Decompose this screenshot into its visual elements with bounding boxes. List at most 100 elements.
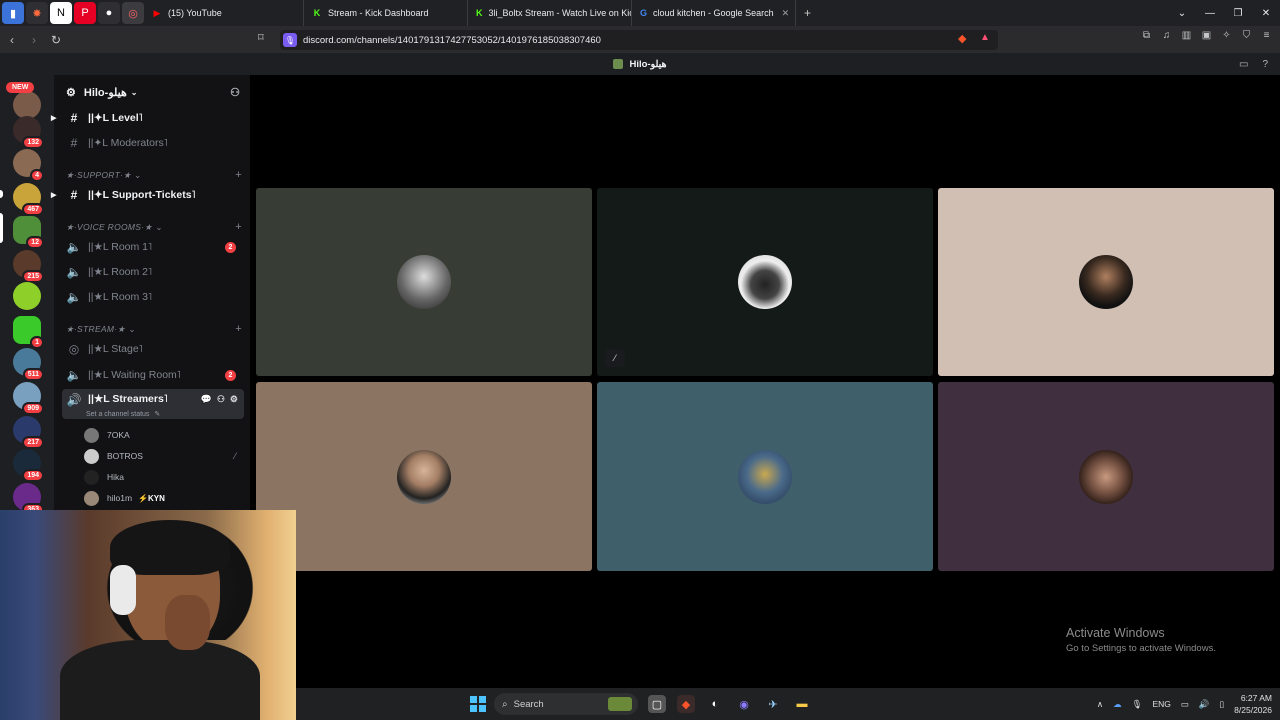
- record-tab-icon[interactable]: ◎: [122, 2, 144, 24]
- brave-rewards-icon[interactable]: ▲: [980, 32, 990, 43]
- participant-tile[interactable]: [938, 382, 1274, 571]
- vpn-icon[interactable]: ⛉: [1239, 30, 1254, 45]
- participant-tile[interactable]: ⁄: [597, 188, 933, 376]
- minimize-icon[interactable]: —: [1196, 8, 1224, 19]
- brave-shield-icon[interactable]: ◆: [958, 32, 966, 45]
- channel-support-tickets[interactable]: ▶ # ||✦L Support-Tickets˥: [51, 184, 244, 206]
- unread-badge: 4: [30, 169, 44, 182]
- channel-waiting-room[interactable]: 🔈 ||★L Waiting Room˥ 2: [62, 364, 244, 386]
- channel-room-2[interactable]: 🔈 ||★L Room 2˥: [62, 261, 244, 283]
- tab-youtube[interactable]: ▶ (15) YouTube: [144, 0, 304, 26]
- create-channel-icon[interactable]: +: [235, 169, 242, 181]
- bookmark-icon[interactable]: ⌑: [258, 31, 264, 44]
- participant-tile[interactable]: [256, 188, 592, 376]
- discord-app-icon[interactable]: ◐: [706, 695, 724, 713]
- tab-search-icon[interactable]: ⌄: [1168, 8, 1196, 19]
- server-icon[interactable]: [13, 282, 41, 310]
- onedrive-icon[interactable]: ☁: [1113, 699, 1122, 710]
- channel-level[interactable]: ▶ # ||✦L Level˥: [51, 107, 244, 129]
- battery-icon[interactable]: ▯: [1219, 699, 1224, 710]
- server-icon[interactable]: 194: [13, 449, 44, 482]
- start-button[interactable]: [470, 696, 486, 712]
- channel-status[interactable]: Set a channel status ✎: [86, 410, 160, 418]
- tab-google[interactable]: G cloud kitchen - Google Search ✕: [632, 0, 796, 26]
- channel-stage[interactable]: ◎ ||★L Stage˥: [62, 338, 244, 360]
- server-icon[interactable]: 217: [13, 416, 44, 449]
- server-icon[interactable]: 12: [13, 216, 44, 249]
- channel-room-3[interactable]: 🔈 ||★L Room 3˥: [62, 286, 244, 308]
- task-view-icon[interactable]: ▢: [648, 695, 666, 713]
- gear-icon[interactable]: ⚙: [230, 394, 238, 405]
- chat-icon[interactable]: 💬: [201, 394, 212, 405]
- sidebar-toggle-icon[interactable]: ▮: [2, 2, 24, 24]
- sidebar-icon[interactable]: ▥: [1179, 30, 1194, 45]
- server-icon[interactable]: 4: [13, 149, 44, 182]
- invite-people-icon[interactable]: ⚇: [230, 86, 240, 99]
- voice-member[interactable]: Hika: [84, 468, 244, 486]
- maximize-icon[interactable]: ❐: [1224, 8, 1252, 19]
- invite-icon[interactable]: ⚇: [217, 394, 225, 405]
- reload-icon[interactable]: ↻: [46, 33, 66, 47]
- category-stream[interactable]: ★·STREAM·★ ⌄ +: [66, 322, 242, 336]
- server-icon[interactable]: 467: [13, 183, 44, 216]
- tab-kick-stream[interactable]: K 3li_Boltx Stream - Watch Live on Kick: [468, 0, 632, 26]
- taskbar-search[interactable]: ⌕ Search: [494, 693, 638, 715]
- pinned-tab-icon[interactable]: ✸: [26, 2, 48, 24]
- pinned-tab-icon-2[interactable]: ●: [98, 2, 120, 24]
- forward-icon[interactable]: ›: [24, 33, 44, 47]
- inbox-icon[interactable]: ▭: [1239, 59, 1248, 70]
- unread-badge: 1: [30, 336, 44, 349]
- media-icon[interactable]: ♫: [1159, 30, 1174, 45]
- tab-kick-dashboard[interactable]: K Stream - Kick Dashboard: [304, 0, 468, 26]
- user-count-badge: 2: [225, 241, 236, 253]
- server-icon[interactable]: 215: [13, 250, 44, 283]
- server-icon[interactable]: 909: [13, 382, 44, 415]
- close-tab-icon[interactable]: ✕: [774, 8, 790, 19]
- back-icon[interactable]: ‹: [2, 33, 22, 47]
- tab-title: Stream - Kick Dashboard: [328, 8, 429, 18]
- pinterest-tab-icon[interactable]: P: [74, 2, 96, 24]
- language-indicator[interactable]: ENG: [1152, 699, 1170, 709]
- server-icon[interactable]: 1: [13, 316, 44, 349]
- volume-icon[interactable]: 🔊: [1199, 699, 1210, 710]
- participant-tile[interactable]: [597, 382, 933, 571]
- close-window-icon[interactable]: ✕: [1252, 8, 1280, 19]
- wallet-icon[interactable]: ▣: [1199, 30, 1214, 45]
- participant-tile[interactable]: [938, 188, 1274, 376]
- brave-browser-icon[interactable]: ◆: [677, 695, 695, 713]
- create-channel-icon[interactable]: +: [235, 221, 242, 233]
- leo-icon[interactable]: ✧: [1219, 30, 1234, 45]
- participant-tile[interactable]: [256, 382, 592, 571]
- notion-tab-icon[interactable]: N: [50, 2, 72, 24]
- server-icon[interactable]: 363: [13, 483, 44, 516]
- server-icon[interactable]: 511: [13, 348, 44, 381]
- speaker-icon: 🔈: [66, 368, 82, 382]
- channel-moderators[interactable]: # ||✦L Moderators˥: [62, 132, 244, 154]
- help-icon[interactable]: ?: [1262, 59, 1268, 70]
- category-support[interactable]: ★·SUPPORT·★ ⌄ +: [66, 168, 242, 182]
- voice-member[interactable]: 7OKA: [84, 426, 244, 444]
- steam-icon[interactable]: ✈: [764, 695, 782, 713]
- category-voice-rooms[interactable]: ★·VOICE ROOMS·★ ⌄ +: [66, 220, 242, 234]
- site-permission-icon[interactable]: 🎙: [283, 33, 297, 47]
- tray-overflow-icon[interactable]: ∧: [1097, 699, 1103, 710]
- voice-member[interactable]: BOTROS ⁄: [84, 447, 244, 465]
- category-name: ★·VOICE ROOMS·★: [66, 221, 153, 232]
- avatar: [1079, 449, 1133, 504]
- url-bar[interactable]: 🎙 discord.com/channels/14017913174277530…: [280, 30, 998, 50]
- extensions-icon[interactable]: ⧉: [1139, 30, 1154, 45]
- server-icon[interactable]: 132: [13, 116, 44, 149]
- clock[interactable]: 6:27 AM 8/25/2026: [1234, 692, 1272, 716]
- avatar: [397, 449, 451, 504]
- file-explorer-icon[interactable]: ▬: [793, 695, 811, 713]
- server-icon[interactable]: [13, 91, 41, 119]
- create-channel-icon[interactable]: +: [235, 323, 242, 335]
- network-icon[interactable]: ▭: [1181, 699, 1189, 710]
- obs-icon[interactable]: ◉: [735, 695, 753, 713]
- server-header[interactable]: ⚙ Hilo-هيلو ⌄ ⚇: [54, 81, 250, 103]
- microphone-icon[interactable]: 🎙: [1132, 699, 1143, 710]
- menu-icon[interactable]: ≡: [1259, 30, 1274, 45]
- channel-room-1[interactable]: 🔈 ||★L Room 1˥ 2: [62, 236, 244, 258]
- new-tab-button[interactable]: +: [804, 6, 811, 20]
- voice-member[interactable]: hilo1m ⚡KYN: [84, 489, 244, 507]
